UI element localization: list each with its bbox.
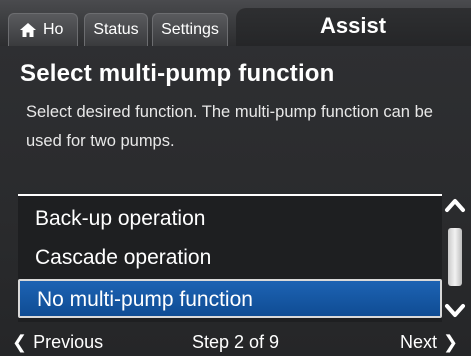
option-backup-operation[interactable]: Back-up operation	[18, 200, 442, 239]
chevron-down-icon[interactable]	[444, 302, 466, 320]
tab-assist[interactable]: Assist	[236, 8, 471, 46]
tab-home-label: Ho	[43, 21, 64, 38]
tab-bar: Ho Status Settings Assist	[0, 0, 471, 46]
chevron-up-icon[interactable]	[444, 196, 466, 214]
option-cascade-operation[interactable]: Cascade operation	[18, 239, 442, 278]
previous-label: Previous	[33, 332, 104, 352]
tab-settings-label: Settings	[161, 21, 219, 38]
previous-button[interactable]: ❮ Previous	[12, 330, 103, 354]
option-list: Back-up operation Cascade operation No m…	[18, 194, 442, 322]
tab-home[interactable]: Ho	[8, 13, 78, 46]
chevron-right-icon: ❯	[443, 332, 459, 352]
tab-assist-label: Assist	[320, 13, 387, 38]
tab-status[interactable]: Status	[84, 13, 148, 46]
scrollbar-thumb[interactable]	[448, 228, 462, 286]
footer-navigation: ❮ Previous Step 2 of 9 Next ❯	[0, 326, 471, 356]
page-title: Select multi-pump function	[20, 60, 335, 87]
chevron-left-icon: ❮	[12, 332, 28, 352]
tab-status-label: Status	[93, 21, 139, 38]
next-label: Next	[400, 332, 438, 352]
home-icon	[20, 23, 36, 37]
tab-settings[interactable]: Settings	[152, 13, 228, 46]
screen: Ho Status Settings Assist Select multi-p…	[0, 0, 471, 356]
page-description: Select desired function. The multi-pump …	[26, 103, 433, 150]
step-indicator: Step 2 of 9	[192, 332, 280, 352]
next-button[interactable]: Next ❯	[400, 330, 458, 354]
option-no-multi-pump-function[interactable]: No multi-pump function	[18, 279, 442, 318]
